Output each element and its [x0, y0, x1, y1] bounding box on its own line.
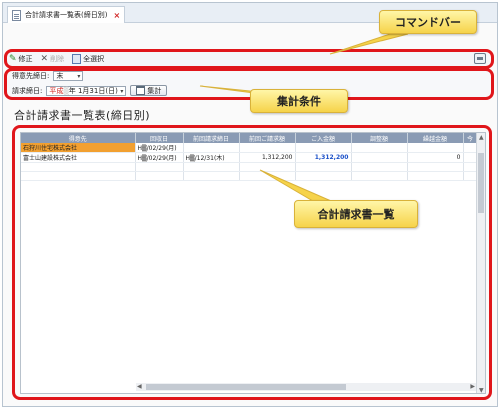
list-callout: 合計請求書一覧	[294, 200, 418, 228]
list-highlight	[12, 125, 492, 400]
conditions-callout: 集計条件	[250, 89, 348, 113]
tab-invoice-list[interactable]: 合計請求書一覧表(締日別) ×	[7, 6, 125, 23]
tab-label: 合計請求書一覧表(締日別)	[25, 11, 108, 19]
command-bar-highlight	[4, 49, 494, 69]
close-icon[interactable]: ×	[113, 11, 120, 20]
page-title: 合計請求書一覧表(締日別)	[14, 109, 151, 122]
document-icon	[12, 9, 21, 21]
conditions-highlight	[4, 68, 494, 100]
command-bar-callout: コマンドバー	[379, 10, 477, 34]
